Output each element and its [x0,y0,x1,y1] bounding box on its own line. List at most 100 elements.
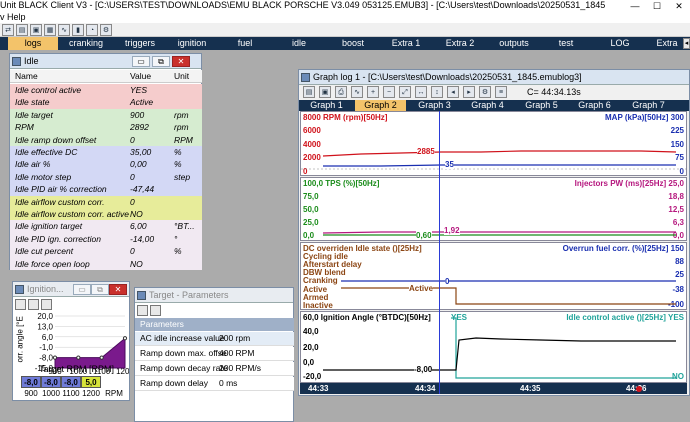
graph-tab-4[interactable]: Graph 4 [462,100,513,111]
table-row[interactable]: RPM 2892 rpm [10,121,202,134]
target-window-title-bar[interactable]: Target - Parameters [135,288,293,303]
open-icon[interactable] [137,305,148,316]
ignition-point[interactable] [99,355,104,360]
print-icon[interactable]: ⎙ [335,86,347,98]
graph-window-title: Graph log 1 - [C:\Users\test\Downloads\2… [313,72,582,82]
close-icon[interactable]: ✕ [668,0,690,12]
graph-tab-5[interactable]: Graph 5 [516,100,567,111]
tab-logs[interactable]: logs [8,37,58,50]
zoom-fit-icon[interactable]: ⤢ [399,86,411,98]
ignition-cell[interactable]: -8,0 [21,376,41,388]
table-icon[interactable] [41,299,52,310]
tab-outputs[interactable]: outputs [489,37,539,50]
restore-icon[interactable]: ⧉ [152,56,170,67]
zoom-in-icon[interactable]: + [367,86,379,98]
table-row[interactable]: Idle airflow custom corr. 0 [10,195,202,208]
tab-cranking[interactable]: cranking [60,37,112,50]
save-icon[interactable] [28,299,39,310]
graph-pane-ignition[interactable]: 60,0 Ignition Angle (°BTDC)[50Hz] YES Id… [300,311,687,383]
minimize-icon[interactable]: ▭ [73,284,91,295]
save-icon[interactable] [150,305,161,316]
graph-tab-3[interactable]: Graph 3 [409,100,460,111]
ignition-window-title-bar[interactable]: Ignition... ▭ ⧉ ✕ [13,282,129,297]
graph-pane-idle-state[interactable]: DC overriden Idle state ()[25Hz] Cycling … [300,242,687,310]
list-icon[interactable]: ≡ [495,86,507,98]
idle-value: 0 [130,134,135,145]
graph-pane-rpm-map[interactable]: 8000 RPM (rpm)[50Hz] MAP (kPa)[50Hz] 300… [300,111,687,176]
idle-value: 2892 [130,122,149,133]
graph-tab-6[interactable]: Graph 6 [569,100,620,111]
cursor-line[interactable] [439,111,440,394]
ignition-point[interactable] [52,355,58,360]
tab-extra[interactable]: Extra [650,37,684,50]
bar-chart-icon[interactable]: ▮ [72,24,84,36]
table-row[interactable]: Idle ramp down offset 0 RPM [10,133,202,146]
menu-help[interactable]: v Help [0,12,26,22]
ignition-cell[interactable]: -8,0 [41,376,61,388]
graph-icon[interactable]: ∿ [351,86,363,98]
save-icon[interactable]: ▣ [319,86,331,98]
parameters-list: AC idle increase value 200 rpm Ramp down m… [135,332,294,422]
tab-boost[interactable]: boost [328,37,378,50]
table-row[interactable]: Idle state Active [10,96,202,109]
graph-icon[interactable]: ∿ [58,24,70,36]
settings-icon[interactable]: ⚙ [479,86,491,98]
table-row[interactable]: Idle effective DC 35,00% [10,146,202,159]
gauge-icon[interactable]: ◔ [86,24,98,36]
parameter-row[interactable]: Ramp down max. offse 400 RPM [135,347,294,361]
zoom-x-icon[interactable]: ↔ [415,86,427,98]
ignition-point[interactable] [76,355,81,360]
table-icon[interactable]: ▦ [44,24,56,36]
minimize-icon[interactable]: — [624,0,646,12]
graph-tab-2[interactable]: Graph 2 [355,100,406,111]
graph-tab-7[interactable]: Graph 7 [623,100,674,111]
minimize-icon[interactable]: ▭ [132,56,150,67]
table-row[interactable]: Idle control active YES [10,84,202,97]
parameter-row[interactable]: AC idle increase value 200 rpm [135,332,294,346]
graph-tab-1[interactable]: Graph 1 [301,100,352,111]
idle-active-trace [451,317,676,379]
graph-pane-tps-pw[interactable]: 100,0 TPS (%)[50Hz] Injectors PW (ms)[25… [300,177,687,241]
ignition-cell[interactable]: -8,0 [61,376,81,388]
graph-window-title-bar[interactable]: Graph log 1 - [C:\Users\test\Downloads\2… [299,70,689,85]
table-row[interactable]: Idle ignition target 6,00 °BT... [10,220,202,233]
open-file-icon[interactable]: ▤ [16,24,28,36]
parameter-row[interactable]: Ramp down delay 0 ms [135,377,294,391]
tab-triggers[interactable]: triggers [115,37,165,50]
idle-window-title-bar[interactable]: Idle ▭ ⧉ ✕ [10,54,201,69]
ignition-point[interactable] [122,336,128,341]
restore-icon[interactable]: ⧉ [91,284,109,295]
tab-log[interactable]: LOG [594,37,646,50]
table-row[interactable]: Idle airflow custom corr. active NO [10,208,202,221]
next-icon[interactable]: ▸ [463,86,475,98]
table-row[interactable]: Idle PID ign. correction -14,00 ° [10,232,202,246]
table-row[interactable]: Idle target 900 rpm [10,108,202,122]
zoom-out-icon[interactable]: − [383,86,395,98]
tab-ignition[interactable]: ignition [168,37,216,50]
open-icon[interactable]: ▤ [303,86,315,98]
tab-test[interactable]: test [542,37,590,50]
zoom-y-icon[interactable]: ↕ [431,86,443,98]
table-row[interactable]: Idle force open loop NO [10,257,202,270]
tab-extra-2[interactable]: Extra 2 [434,37,486,50]
ignition-cell[interactable]: 5,0 [81,376,101,388]
tab-scroll-icon[interactable]: ◂ [683,38,690,49]
tab-idle[interactable]: idle [273,37,325,50]
marker-icon[interactable] [636,386,642,392]
table-row[interactable]: Idle cut percent 0% [10,245,202,258]
table-row[interactable]: Idle PID air % correction -47,44 [10,183,202,196]
close-icon[interactable]: ✕ [109,284,127,295]
parameter-row[interactable]: Ramp down decay rate 200 RPM/s [135,362,294,376]
settings-icon[interactable]: ⚙ [100,24,112,36]
tab-extra-1[interactable]: Extra 1 [381,37,431,50]
table-row[interactable]: Idle motor step 0 step [10,170,202,184]
connect-icon[interactable]: ⇄ [2,24,14,36]
table-row[interactable]: Idle air % 0,00% [10,158,202,171]
save-icon[interactable]: ▣ [30,24,42,36]
prev-icon[interactable]: ◂ [447,86,459,98]
open-icon[interactable] [15,299,26,310]
close-icon[interactable]: ✕ [172,56,190,67]
maximize-icon[interactable]: ☐ [646,0,668,12]
tab-fuel[interactable]: fuel [220,37,270,50]
idle-name: Idle cut percent [15,246,74,257]
